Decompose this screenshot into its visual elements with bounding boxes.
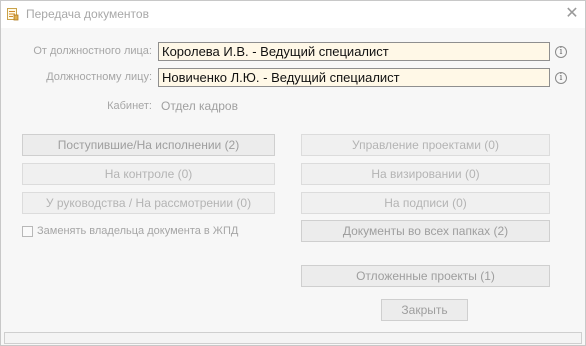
to-official-label: Должностному лицу: [46, 71, 152, 83]
close-button[interactable]: Закрыть [381, 299, 468, 321]
replace-owner-label: Заменять владельца документа в ЖПД [37, 225, 239, 237]
document-icon [7, 8, 19, 21]
transfer-documents-dialog: Передача документов ✕ От должностного ли… [0, 0, 586, 346]
info-icon[interactable]: i [555, 46, 567, 58]
projects-button[interactable]: Управление проектами (0) [301, 134, 550, 156]
signing-button[interactable]: На подписи (0) [301, 192, 550, 214]
status-bar [4, 332, 582, 344]
approval-button[interactable]: На визировании (0) [301, 163, 550, 185]
from-official-field[interactable]: Королева И.В. - Ведущий специалист [158, 42, 550, 61]
management-button[interactable]: У руководства / На рассмотрении (0) [22, 192, 275, 214]
title-bar: Передача документов ✕ [1, 1, 585, 28]
info-icon[interactable]: i [555, 72, 567, 84]
to-official-field[interactable]: Новиченко Л.Ю. - Ведущий специалист [158, 68, 550, 87]
incoming-button[interactable]: Поступившие/На исполнении (2) [22, 134, 275, 156]
window-title: Передача документов [26, 7, 149, 21]
close-icon[interactable]: ✕ [562, 4, 582, 24]
all-folders-button[interactable]: Документы во всех папках (2) [301, 220, 550, 242]
from-official-label: От должностного лица: [33, 45, 152, 57]
office-value: Отдел кадров [161, 99, 238, 113]
deferred-projects-button[interactable]: Отложенные проекты (1) [301, 265, 550, 287]
office-label: Кабинет: [107, 100, 152, 112]
control-button[interactable]: На контроле (0) [22, 163, 275, 185]
replace-owner-checkbox[interactable] [22, 226, 33, 237]
